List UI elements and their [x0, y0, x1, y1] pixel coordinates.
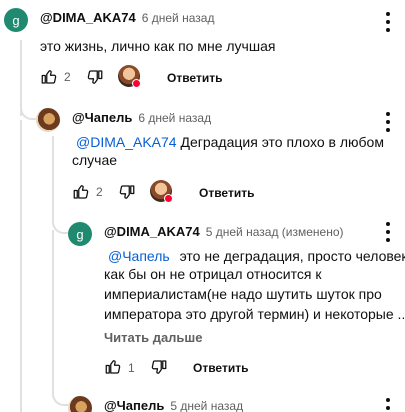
avatar[interactable] [36, 108, 60, 132]
thread-elbow [52, 206, 68, 234]
comment-text: @DIMA_AKA74 Деградация это плохо в любом [76, 134, 384, 150]
thread-elbow [52, 386, 68, 406]
mention-link[interactable]: @Чапель [108, 248, 170, 264]
comment-text: империалистам(не надо шутить шуток про [104, 286, 382, 302]
avatar[interactable]: g [68, 222, 92, 246]
thread-line [52, 230, 54, 390]
comment-header: @Чапель 6 дней назад [72, 110, 211, 125]
comment-text: как бы он не отрицал относится к [104, 266, 322, 282]
author-name[interactable]: @Чапель [104, 398, 164, 412]
mention-link[interactable]: @DIMA_AKA74 [76, 134, 177, 150]
reply-button[interactable]: Ответить [193, 361, 248, 375]
read-more-link[interactable]: Читать дальше [104, 330, 203, 345]
thread-elbow [20, 100, 36, 120]
thumb-up-icon[interactable] [40, 68, 58, 86]
avatar[interactable] [68, 396, 92, 412]
reply-button[interactable]: Ответить [167, 71, 222, 85]
timestamp[interactable]: 6 дней назад [142, 11, 215, 25]
reply-button[interactable]: Ответить [199, 186, 254, 200]
creator-heart-icon [132, 79, 141, 88]
more-vert-icon[interactable] [385, 398, 391, 412]
avatar[interactable]: g [4, 8, 28, 32]
author-name[interactable]: @DIMA_AKA74 [40, 10, 136, 25]
author-name[interactable]: @Чапель [72, 110, 132, 125]
comment-text: это жизнь, лично как по мне лучшая [40, 38, 276, 54]
creator-heart-icon [164, 194, 173, 203]
like-count: 1 [128, 361, 135, 375]
thumb-down-icon[interactable] [86, 68, 104, 86]
comment-text: @Чапель это не деградация, просто челове… [108, 248, 405, 264]
comment-text: императора это другой термин) и некоторы… [104, 306, 404, 322]
like-count: 2 [96, 185, 103, 199]
timestamp[interactable]: 5 дней назад [170, 399, 243, 412]
more-vert-icon[interactable] [385, 222, 391, 242]
comment-header: @Чапель 5 дней назад [104, 398, 243, 412]
thumb-down-icon[interactable] [150, 358, 168, 376]
thread-line [20, 120, 22, 412]
like-count: 2 [64, 70, 71, 84]
comment-header: @DIMA_AKA74 5 дней назад (изменено) [104, 224, 344, 239]
comment-text: случае [72, 152, 118, 168]
comment-header: @DIMA_AKA74 6 дней назад [40, 10, 214, 25]
thumb-down-icon[interactable] [118, 183, 136, 201]
more-vert-icon[interactable] [385, 112, 391, 132]
timestamp[interactable]: 5 дней назад (изменено) [206, 225, 344, 239]
thumb-up-icon[interactable] [104, 358, 122, 376]
more-vert-icon[interactable] [385, 12, 391, 32]
timestamp[interactable]: 6 дней назад [138, 111, 211, 125]
author-name[interactable]: @DIMA_AKA74 [104, 224, 200, 239]
thumb-up-icon[interactable] [72, 183, 90, 201]
